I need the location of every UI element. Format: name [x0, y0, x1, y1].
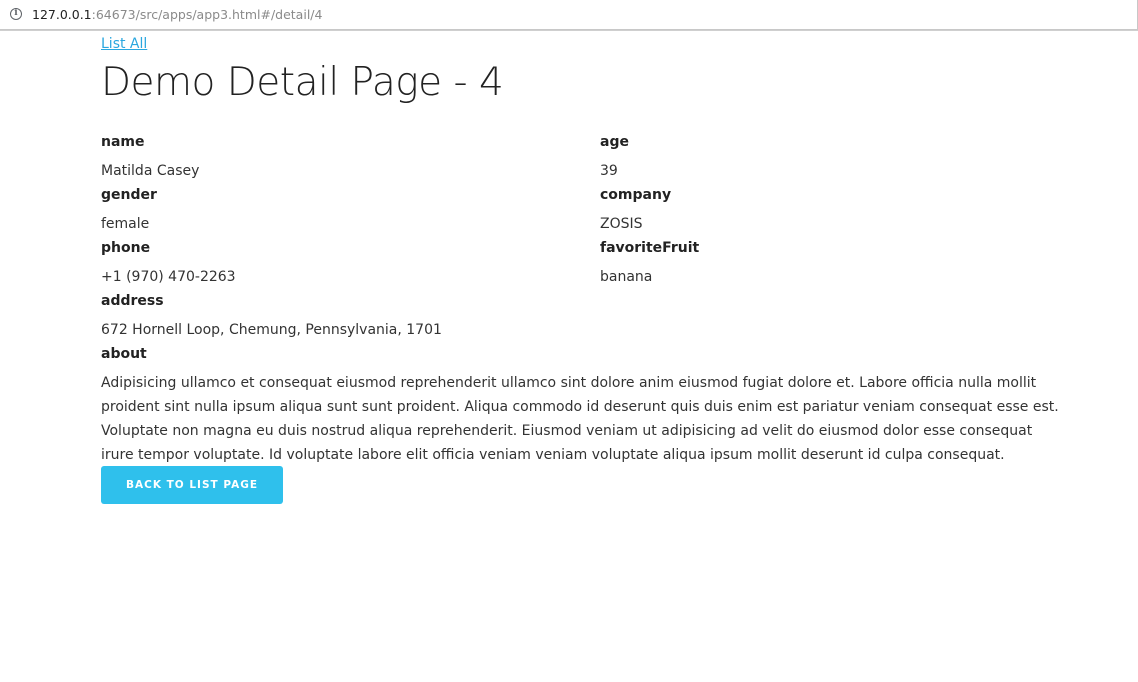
field-value-address: 672 Hornell Loop, Chemung, Pennsylvania,…	[101, 322, 442, 338]
url-path: :64673/src/apps/app3.html#/detail/4	[91, 7, 323, 22]
field-address: address 672 Hornell Loop, Chemung, Penns…	[101, 292, 442, 339]
field-label-address: address	[101, 293, 164, 309]
list-all-link[interactable]: List All	[101, 36, 147, 52]
url-host: 127.0.0.1	[32, 7, 92, 22]
field-company: company ZOSIS	[600, 186, 671, 233]
back-to-list-button[interactable]: BACK TO LIST PAGE	[101, 466, 283, 504]
field-value-favorite-fruit: banana	[600, 269, 653, 285]
field-favorite-fruit: favoriteFruit banana	[600, 239, 699, 286]
page-title: Demo Detail Page - 4	[101, 60, 504, 105]
field-age: age 39	[600, 133, 629, 180]
field-label-about: about	[101, 346, 147, 362]
url-text[interactable]: 127.0.0.1:64673/src/apps/app3.html#/deta…	[32, 7, 322, 22]
field-label-phone: phone	[101, 240, 151, 256]
field-value-gender: female	[101, 216, 150, 232]
field-name: name Matilda Casey	[101, 133, 199, 180]
field-value-phone: +1 (970) 470-2263	[101, 269, 236, 285]
url-field[interactable]: i 127.0.0.1:64673/src/apps/app3.html#/de…	[0, 0, 1138, 30]
field-label-name: name	[101, 134, 145, 150]
browser-address-bar: i 127.0.0.1:64673/src/apps/app3.html#/de…	[0, 0, 1138, 31]
field-label-gender: gender	[101, 187, 157, 203]
field-phone: phone +1 (970) 470-2263	[101, 239, 236, 286]
field-value-company: ZOSIS	[600, 216, 643, 232]
field-value-about: Adipisicing ullamco et consequat eiusmod…	[101, 375, 1059, 463]
field-value-age: 39	[600, 163, 618, 179]
info-circle-icon[interactable]: i	[10, 8, 22, 20]
field-label-age: age	[600, 134, 629, 150]
field-label-favorite-fruit: favoriteFruit	[600, 240, 700, 256]
field-gender: gender female	[101, 186, 157, 233]
field-value-name: Matilda Casey	[101, 163, 200, 179]
field-about: about	[101, 345, 147, 363]
field-label-company: company	[600, 187, 672, 203]
